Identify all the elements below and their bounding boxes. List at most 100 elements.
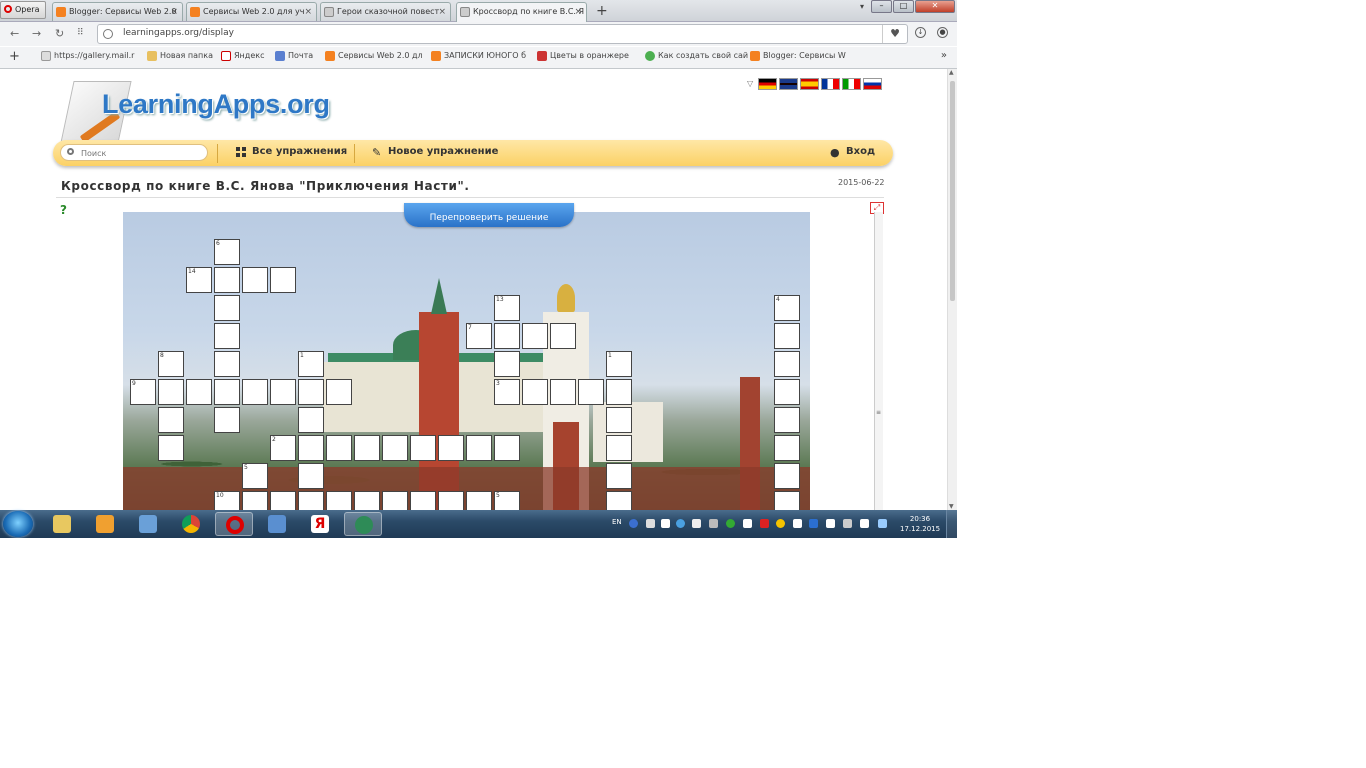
crossword-cell[interactable]: 6	[214, 239, 240, 265]
crossword-cell[interactable]	[214, 323, 240, 349]
bookmark-item[interactable]: Blogger: Сервисы W	[750, 51, 846, 61]
crossword-cell[interactable]	[186, 379, 212, 405]
crossword-cell[interactable]	[550, 323, 576, 349]
heart-icon[interactable]: ♥	[882, 25, 907, 43]
more-bookmarks-icon[interactable]: »	[941, 50, 947, 61]
bookmark-item[interactable]: Сервисы Web 2.0 дл	[325, 51, 423, 61]
reload-icon[interactable]: ↻	[55, 27, 64, 40]
tab-crossword[interactable]: Кроссворд по книге В.С. Я ×	[456, 2, 587, 22]
crossword-cell[interactable]: 5	[242, 463, 268, 489]
taskbar-yandex[interactable]: Я	[301, 512, 339, 536]
crossword-cell[interactable]	[298, 491, 324, 510]
bookmark-item[interactable]: https://gallery.mail.r	[41, 51, 134, 61]
bookmark-item[interactable]: Почта	[275, 51, 313, 61]
crossword-cell[interactable]	[466, 435, 492, 461]
tab-heroes[interactable]: Герои сказочной повест ×	[320, 2, 451, 21]
crossword-cell[interactable]	[158, 379, 184, 405]
speed-dial-icon[interactable]: ⠿	[77, 28, 84, 38]
search-input[interactable]	[79, 146, 203, 161]
crossword-cell[interactable]	[522, 379, 548, 405]
crossword-cell[interactable]	[774, 323, 800, 349]
crossword-cell[interactable]: 9	[130, 379, 156, 405]
crossword-cell[interactable]	[214, 351, 240, 377]
crossword-cell[interactable]	[270, 267, 296, 293]
crossword-cell[interactable]	[438, 435, 464, 461]
crossword-cell[interactable]	[606, 491, 632, 510]
crossword-cell[interactable]: 5	[494, 491, 520, 510]
crossword-cell[interactable]	[270, 379, 296, 405]
forward-icon[interactable]: →	[32, 27, 41, 40]
tab-list-icon[interactable]: ▾	[860, 2, 864, 11]
crossword-cell[interactable]	[298, 463, 324, 489]
crossword-cell[interactable]: 1	[606, 351, 632, 377]
scrollbar-thumb[interactable]	[950, 81, 955, 301]
crossword-cell[interactable]	[466, 491, 492, 510]
crossword-cell[interactable]	[606, 379, 632, 405]
crossword-cell[interactable]	[214, 407, 240, 433]
tray-icon[interactable]	[646, 519, 655, 528]
search-box[interactable]	[60, 144, 208, 161]
crossword-cell[interactable]	[298, 407, 324, 433]
taskbar-explorer[interactable]	[43, 512, 81, 536]
flag-de-icon[interactable]	[758, 78, 777, 90]
language-indicator[interactable]: EN	[612, 518, 622, 526]
crossword-cell[interactable]: 14	[186, 267, 212, 293]
start-button[interactable]	[3, 511, 33, 537]
crossword-cell[interactable]: 3	[494, 379, 520, 405]
tray-icon[interactable]	[776, 519, 785, 528]
crossword-cell[interactable]	[242, 267, 268, 293]
flag-it-icon[interactable]	[842, 78, 861, 90]
crossword-cell[interactable]	[774, 435, 800, 461]
tab-web-services[interactable]: Сервисы Web 2.0 для уч ×	[186, 2, 317, 21]
download-icon[interactable]: ↓	[915, 27, 926, 38]
board-scrollbar[interactable]: ≡	[874, 212, 883, 510]
crossword-cell[interactable]	[522, 323, 548, 349]
close-window-icon[interactable]: ✕	[915, 0, 955, 13]
flag-en-icon[interactable]	[779, 78, 798, 90]
crossword-cell[interactable]	[774, 351, 800, 377]
opera-menu-button[interactable]: Opera	[0, 1, 46, 19]
crossword-cell[interactable]	[774, 463, 800, 489]
crossword-cell[interactable]: 4	[774, 295, 800, 321]
crossword-cell[interactable]: 2	[270, 435, 296, 461]
maximize-icon[interactable]: □	[893, 0, 914, 13]
add-bookmark-icon[interactable]: +	[9, 49, 20, 64]
page-scrollbar[interactable]: ▲ ▼	[947, 69, 957, 510]
tab-blogger[interactable]: Blogger: Сервисы Web 2.0 ×	[52, 2, 183, 21]
minimize-icon[interactable]: –	[871, 0, 892, 13]
crossword-cell[interactable]	[298, 379, 324, 405]
flag-es-icon[interactable]	[800, 78, 819, 90]
bluetooth-icon[interactable]	[809, 519, 818, 528]
tray-icon[interactable]	[793, 519, 802, 528]
crossword-cell[interactable]	[298, 435, 324, 461]
sync-icon[interactable]	[726, 519, 735, 528]
crossword-cell[interactable]	[242, 379, 268, 405]
volume-icon[interactable]	[860, 519, 869, 528]
taskbar-opera[interactable]	[215, 512, 253, 536]
login-link[interactable]: ● Вход	[830, 146, 875, 158]
taskbar-audio[interactable]	[258, 512, 296, 536]
crossword-cell[interactable]	[242, 491, 268, 510]
tray-icon[interactable]	[743, 519, 752, 528]
account-icon[interactable]: ●	[937, 27, 948, 38]
language-dropdown-icon[interactable]: ▽	[747, 78, 756, 91]
recheck-solution-button[interactable]: Перепроверить решение	[404, 203, 574, 227]
monitor-icon[interactable]	[709, 519, 718, 528]
crossword-cell[interactable]	[494, 435, 520, 461]
crossword-cell[interactable]	[494, 351, 520, 377]
crossword-cell[interactable]	[354, 491, 380, 510]
taskbar-chrome[interactable]	[172, 512, 210, 536]
tab-close-icon[interactable]: ×	[574, 3, 582, 21]
crossword-cell[interactable]: 10	[214, 491, 240, 510]
crossword-cell[interactable]	[158, 407, 184, 433]
crossword-cell[interactable]	[214, 295, 240, 321]
crossword-cell[interactable]	[326, 435, 352, 461]
crossword-cell[interactable]	[606, 435, 632, 461]
crossword-cell[interactable]	[410, 435, 436, 461]
tray-icon[interactable]	[692, 519, 701, 528]
system-clock[interactable]: 20:36 17.12.2015	[900, 514, 940, 534]
new-exercise-link[interactable]: ✎ Новое упражнение	[372, 146, 498, 158]
crossword-cell[interactable]	[774, 491, 800, 510]
tab-close-icon[interactable]: ×	[304, 3, 312, 21]
bookmark-item[interactable]: Цветы в оранжере	[537, 51, 629, 61]
